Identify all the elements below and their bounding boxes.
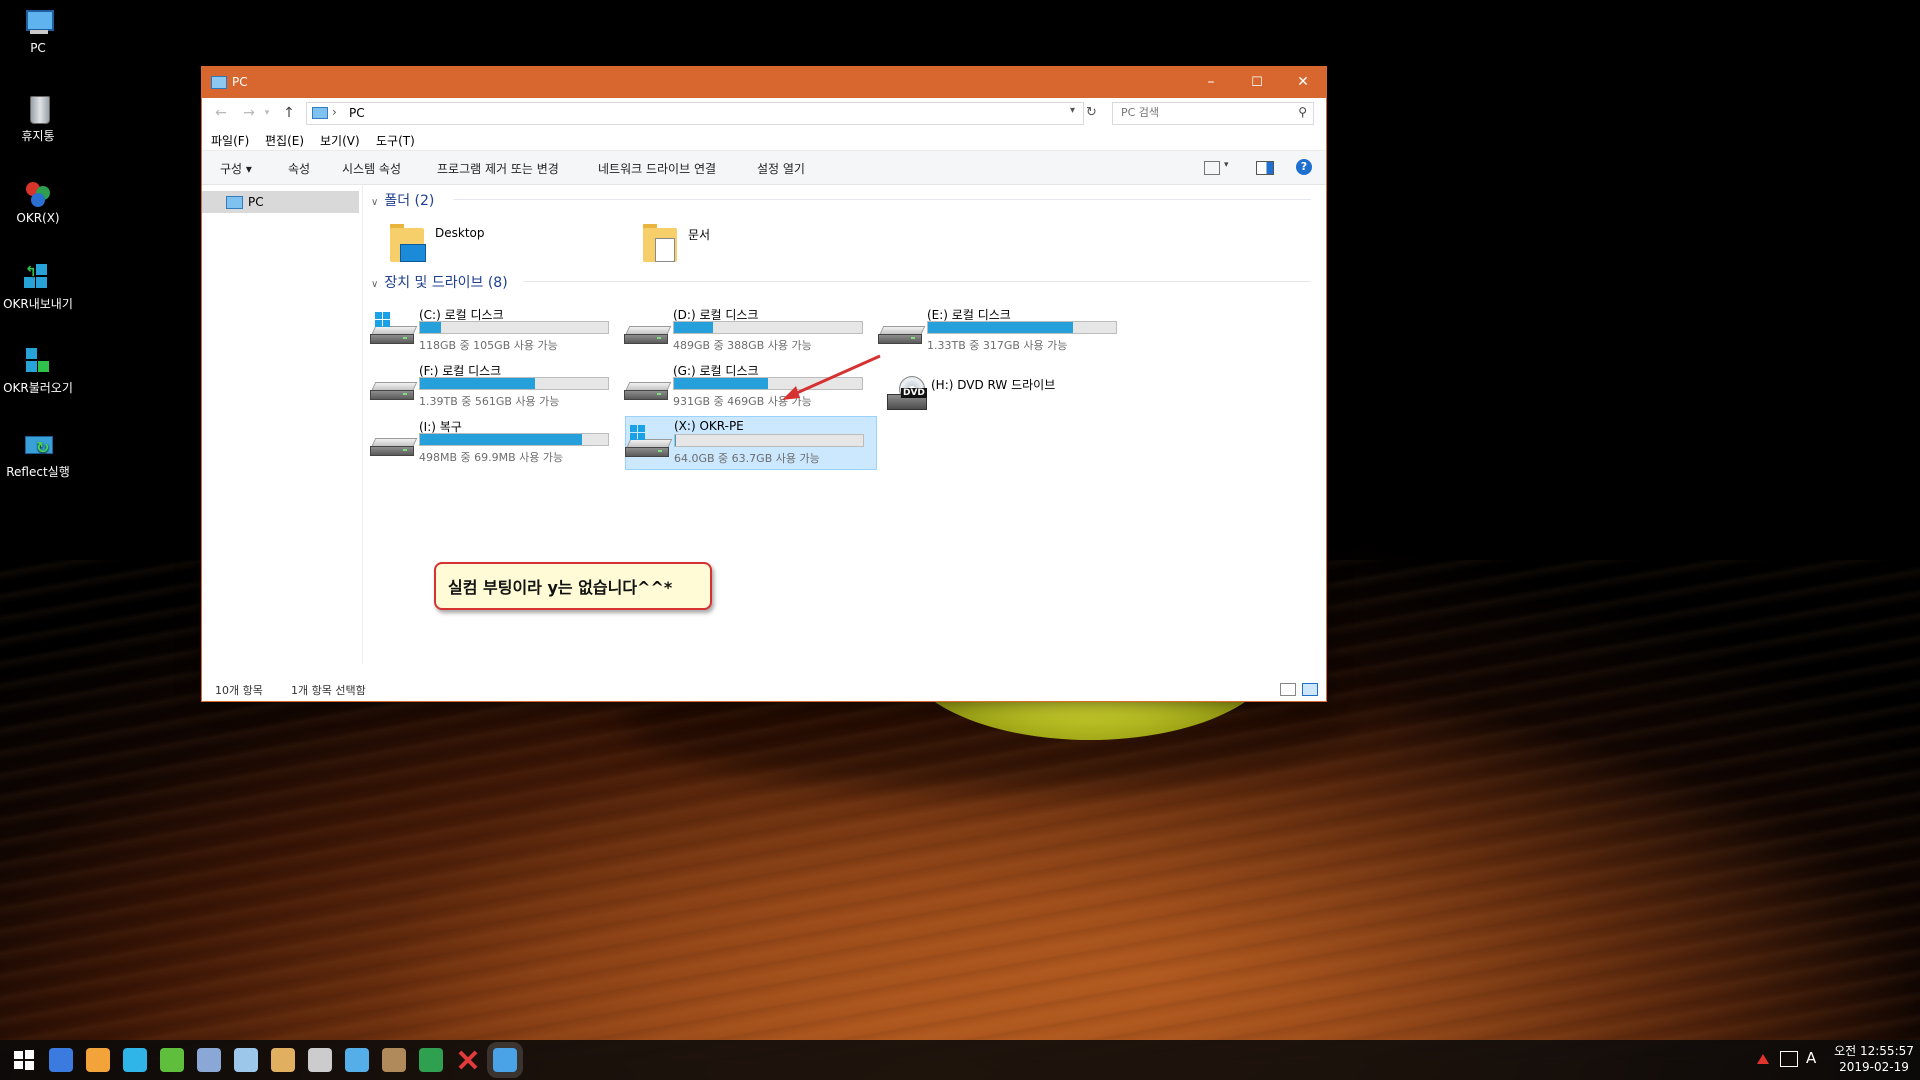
- close-red-icon[interactable]: [456, 1048, 480, 1072]
- browser-icon[interactable]: [49, 1048, 73, 1072]
- annotation-callout: 실컴 부팅이라 y는 없습니다^^*: [434, 562, 712, 610]
- puzzle-icon[interactable]: [382, 1048, 406, 1072]
- users-icon[interactable]: [197, 1048, 221, 1072]
- arrow-shaft: [789, 354, 881, 398]
- archive-icon[interactable]: [271, 1048, 295, 1072]
- tray-arrow-icon[interactable]: [1757, 1053, 1769, 1064]
- clock[interactable]: 오전 12:55:57 2019-02-19: [1832, 1043, 1916, 1075]
- clock-date: 2019-02-19: [1839, 1060, 1909, 1074]
- editor-icon[interactable]: [123, 1048, 147, 1072]
- paint-icon[interactable]: [86, 1048, 110, 1072]
- ime-indicator[interactable]: A: [1806, 1049, 1816, 1067]
- annotation-arrow: [782, 354, 881, 400]
- clock-time: 오전 12:55:57: [1834, 1044, 1914, 1058]
- annotation-text: 실컴 부팅이라 y는 없습니다^^*: [448, 578, 673, 597]
- terminal-icon[interactable]: [419, 1048, 443, 1072]
- tools-icon[interactable]: [308, 1048, 332, 1072]
- explorer-icon[interactable]: [487, 1042, 523, 1078]
- notepad-icon[interactable]: [234, 1048, 258, 1072]
- laptop-icon[interactable]: [345, 1048, 369, 1072]
- network-icon[interactable]: [1780, 1051, 1798, 1067]
- network-icon[interactable]: [160, 1048, 184, 1072]
- taskbar: A 오전 12:55:57 2019-02-19: [0, 1040, 1920, 1080]
- start-icon[interactable]: [12, 1048, 36, 1072]
- arrow-head: [782, 386, 800, 400]
